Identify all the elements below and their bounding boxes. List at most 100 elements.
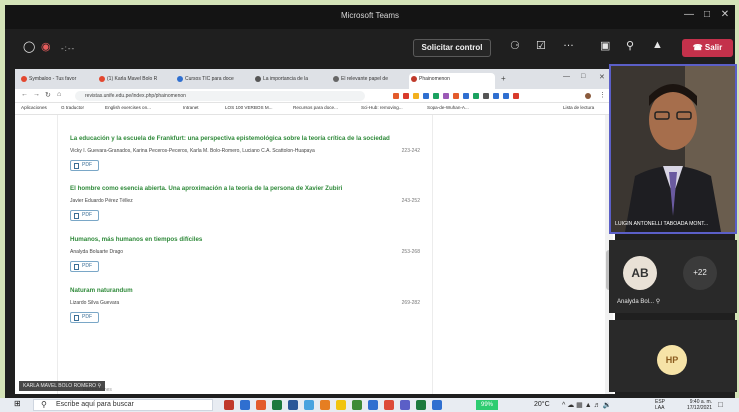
tab-favicon-icon <box>333 76 339 82</box>
home-icon[interactable]: ⌂ <box>57 91 61 98</box>
close-icon[interactable]: ✕ <box>717 9 733 20</box>
article-title[interactable]: El hombre como esencia abierta. Una apro… <box>70 185 420 192</box>
article-item: Naturam naturandum Lizardo Silva Guevara… <box>70 287 420 323</box>
people-icon[interactable]: ⚆ <box>510 39 520 52</box>
app-icon[interactable] <box>320 400 330 410</box>
participant-tile[interactable]: AB Analyda Bol... ⚲ +22 <box>609 240 737 313</box>
taskbar: ⊞ Escribe aquí para buscar ⚲ 99% 20°C ^ … <box>0 398 739 412</box>
bookmark-item[interactable]: Recursos para doce... <box>293 105 338 110</box>
chat-icon[interactable]: ☑ <box>536 39 546 52</box>
extension-icon[interactable] <box>483 93 489 99</box>
extension-icon[interactable] <box>403 93 409 99</box>
url-input[interactable]: revistas.unife.edu.pe/index.php/phainome… <box>75 91 365 101</box>
bookmark-item[interactable]: Sopa-de-Wuhan-A... <box>427 105 469 110</box>
browser-tab[interactable]: La importancia de la <box>253 73 329 89</box>
extension-icon[interactable] <box>473 93 479 99</box>
app-icon[interactable] <box>256 400 266 410</box>
reading-list[interactable]: Lista de lectura <box>563 105 594 110</box>
back-icon[interactable]: ← <box>21 91 28 98</box>
bookmark-item[interactable]: LOS 100 VERBOS M... <box>225 105 273 110</box>
article-title[interactable]: Naturam naturandum <box>70 287 420 294</box>
battery-indicator[interactable]: 99% <box>476 400 498 410</box>
search-input[interactable]: Escribe aquí para buscar <box>33 399 213 411</box>
extension-icon[interactable] <box>443 93 449 99</box>
bookmark-item[interactable]: G traductor <box>61 105 84 110</box>
weather-temp[interactable]: 20°C <box>534 401 550 408</box>
notification-icon[interactable]: □ <box>718 400 723 409</box>
clock[interactable]: 9:40 a. m. 17/12/2021 <box>676 399 712 411</box>
article-title[interactable]: La educación y la escuela de Frankfurt: … <box>70 135 420 142</box>
window-title: Microsoft Teams <box>340 11 400 20</box>
participant-video-tile[interactable]: LUIGIN ANTONELLI TABOADA MONT... <box>609 64 737 234</box>
participant-tile[interactable]: HP <box>609 320 737 392</box>
article-pages: 223-242 <box>401 148 420 154</box>
excel-icon[interactable] <box>272 400 282 410</box>
browser-tab[interactable]: Symbaloo - Tus favor <box>19 73 95 89</box>
extension-icon[interactable] <box>453 93 459 99</box>
meeting-timer: -:-- <box>61 44 76 53</box>
app-icon[interactable] <box>352 400 362 410</box>
maximize-icon[interactable]: □ <box>581 73 585 80</box>
pdf-label: PDF <box>82 212 92 218</box>
leave-button[interactable]: ☎ Salir <box>682 39 733 57</box>
app-icon[interactable] <box>368 400 378 410</box>
app-icon[interactable] <box>224 400 234 410</box>
forward-icon[interactable]: → <box>33 91 40 98</box>
bookmark-item[interactable]: Sci-Hub: removing... <box>361 105 403 110</box>
extension-icon[interactable] <box>463 93 469 99</box>
bookmark-apps[interactable]: Aplicaciones <box>21 105 47 110</box>
word-icon[interactable] <box>288 400 298 410</box>
extension-icon[interactable] <box>433 93 439 99</box>
file-icon <box>74 264 79 270</box>
teams-icon[interactable] <box>400 400 410 410</box>
extension-icon[interactable] <box>393 93 399 99</box>
maximize-icon[interactable]: □ <box>699 9 715 20</box>
browser-tab-strip: Symbaloo - Tus favor (1) Karla Mavel Bol… <box>15 69 615 89</box>
camera-off-icon[interactable]: ▣ <box>600 39 610 52</box>
chrome-icon[interactable] <box>384 400 394 410</box>
article-list: La educación y la escuela de Frankfurt: … <box>57 115 433 394</box>
extension-icon[interactable] <box>423 93 429 99</box>
minimize-icon[interactable]: — <box>681 9 697 20</box>
pdf-button[interactable]: PDF <box>70 160 99 171</box>
mic-off-icon: ⚲ <box>655 299 661 305</box>
browser-tab-active[interactable]: Phainomenon <box>409 73 495 89</box>
article-title[interactable]: Humanos, más humanos en tiempos difícile… <box>70 236 420 243</box>
extension-icon[interactable] <box>413 93 419 99</box>
menu-icon[interactable]: ⋮ <box>599 91 606 99</box>
article-authors: Analyda Boluarte Drago <box>70 249 124 255</box>
new-tab-icon[interactable]: + <box>501 74 506 83</box>
browser-tab[interactable]: (1) Karla Mavel Bolo R <box>97 73 173 89</box>
extension-icon[interactable] <box>493 93 499 99</box>
mic-off-icon[interactable]: ⚲ <box>626 39 634 52</box>
app-icon[interactable] <box>416 400 426 410</box>
minimize-icon[interactable]: — <box>563 73 570 80</box>
overflow-count[interactable]: +22 <box>683 256 717 290</box>
system-tray-icons[interactable]: ^ ☁ ▦ ▲ ♬ 🔉 <box>562 401 611 409</box>
leave-label: Salir <box>704 43 723 52</box>
browser-tab[interactable]: El relevante papel de <box>331 73 407 89</box>
browser-tab[interactable]: Cursos TIC para doce <box>175 73 251 89</box>
request-control-button[interactable]: Solicitar control <box>413 39 491 57</box>
reload-icon[interactable]: ↻ <box>45 91 51 99</box>
profile-avatar[interactable] <box>585 93 591 99</box>
file-icon <box>74 213 79 219</box>
share-icon[interactable]: ▲ <box>652 39 663 51</box>
pdf-button[interactable]: PDF <box>70 261 99 272</box>
app-icon[interactable] <box>304 400 314 410</box>
windows-start-icon[interactable]: ⊞ <box>14 399 21 408</box>
bookmark-item[interactable]: Intranet <box>183 105 199 110</box>
folder-icon[interactable] <box>336 400 346 410</box>
tab-favicon-icon <box>21 76 27 82</box>
bookmark-item[interactable]: English exercises on... <box>105 105 151 110</box>
close-icon[interactable]: ✕ <box>599 73 605 81</box>
language-indicator[interactable]: ESP LAA <box>655 399 665 411</box>
extension-icon[interactable] <box>503 93 509 99</box>
extension-icon[interactable] <box>513 93 519 99</box>
pdf-button[interactable]: PDF <box>70 312 99 323</box>
tab-favicon-icon <box>99 76 105 82</box>
app-icon[interactable] <box>240 400 250 410</box>
pdf-button[interactable]: PDF <box>70 210 99 221</box>
more-options-icon[interactable]: … <box>563 37 574 49</box>
app-icon[interactable] <box>432 400 442 410</box>
